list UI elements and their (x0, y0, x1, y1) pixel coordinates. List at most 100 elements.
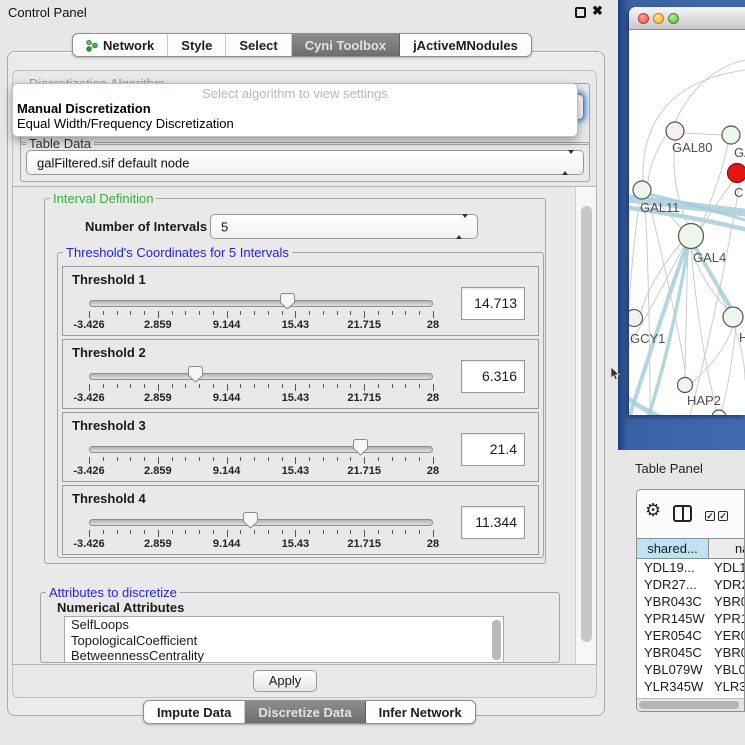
slider-thumb[interactable] (353, 439, 368, 455)
cell-shared-name[interactable]: YDL19... (637, 560, 709, 577)
zoom-traffic-light-icon[interactable] (668, 13, 679, 24)
threshold-value-field[interactable]: 6.316 (461, 360, 525, 393)
vertical-scrollbar-thumb[interactable] (581, 206, 592, 642)
slider-tick (144, 384, 145, 388)
algorithm-option-equal-width[interactable]: Equal Width/Frequency Discretization (13, 116, 577, 131)
network-node[interactable] (723, 307, 743, 327)
network-edge[interactable] (722, 327, 736, 410)
network-edge[interactable] (700, 144, 728, 228)
tab-infer-network[interactable]: Infer Network (366, 701, 475, 723)
network-edge[interactable] (648, 135, 666, 182)
close-icon[interactable]: ✖ (592, 3, 603, 19)
slider-track[interactable] (89, 519, 433, 526)
threshold-value-field[interactable]: 11.344 (461, 506, 525, 539)
cell-shared-name[interactable]: YBR045C (637, 645, 709, 662)
network-edge[interactable] (645, 199, 650, 415)
float-window-icon[interactable] (575, 7, 586, 18)
table-row[interactable]: YBR043CYBR0 (637, 594, 745, 611)
network-node[interactable] (629, 310, 643, 327)
cell-shared-name[interactable]: YPR145W (637, 611, 709, 628)
horizontal-scrollbar-track[interactable] (637, 698, 745, 711)
tab-jactivemnodules[interactable]: jActiveMNodules (400, 34, 531, 56)
network-node[interactable] (678, 378, 693, 393)
tab-cyni-toolbox[interactable]: Cyni Toolbox (292, 34, 400, 56)
attribute-list-item[interactable]: BetweennessCentrality (65, 648, 503, 663)
slider-track[interactable] (89, 300, 433, 307)
cell-shared-name[interactable]: YBR043C (637, 594, 709, 611)
numerical-attributes-list[interactable]: SelfLoopsTopologicalCoefficientBetweenne… (64, 616, 504, 663)
minimize-traffic-light-icon[interactable] (653, 13, 664, 24)
table-row[interactable]: YDR27...YDR2 (637, 577, 745, 594)
table-row[interactable]: YBR045CYBR0 (637, 645, 745, 662)
network-edge[interactable] (692, 327, 733, 382)
algorithm-hint-item[interactable]: Select algorithm to view settings (13, 87, 577, 101)
attribute-list-item[interactable]: TopologicalCoefficient (65, 633, 503, 649)
network-node[interactable] (666, 122, 684, 140)
slider-tick-label: 21.715 (347, 392, 381, 404)
table-data-combobox[interactable]: galFiltered.sif default node (26, 150, 584, 175)
cell-name[interactable]: YBR0 (709, 645, 745, 662)
algorithm-option-manual[interactable]: Manual Discretization (13, 101, 577, 116)
cell-shared-name[interactable]: YER054C (637, 628, 709, 645)
column-header-name[interactable]: na (709, 539, 745, 558)
gear-icon[interactable]: ⚙ (645, 501, 661, 519)
slider-tick (185, 530, 186, 534)
apply-button[interactable]: Apply (253, 670, 317, 692)
threshold-value-field[interactable]: 21.4 (461, 433, 525, 466)
network-edge[interactable] (684, 133, 722, 135)
cell-name[interactable]: YDL1 (709, 560, 745, 577)
tab-style[interactable]: Style (168, 34, 226, 56)
slider-track[interactable] (89, 446, 433, 453)
slider-tick (103, 530, 104, 534)
network-node[interactable] (679, 224, 704, 249)
tab-select[interactable]: Select (226, 34, 291, 56)
network-node[interactable] (633, 181, 651, 199)
threshold-panel-1: Threshold 1-3.4262.8599.14415.4321.71528… (62, 266, 539, 336)
tab-discretize-data[interactable]: Discretize Data (245, 701, 365, 723)
bottom-tab-bar: Impute DataDiscretize DataInfer Network (143, 700, 476, 724)
slider-tick (172, 530, 173, 534)
slider-thumb[interactable] (188, 366, 203, 382)
slider-tick-label: 9.144 (213, 465, 241, 477)
cell-name[interactable]: YBR0 (709, 594, 745, 611)
close-traffic-light-icon[interactable] (638, 13, 649, 24)
network-window-titlebar[interactable] (629, 7, 745, 30)
slider-tick (419, 384, 420, 388)
slider-thumb[interactable] (243, 512, 258, 528)
cell-name[interactable]: YDR2 (709, 577, 745, 594)
column-header-shared-name[interactable]: shared... (637, 539, 709, 558)
attributes-scrollbar-thumb[interactable] (492, 620, 501, 660)
table-row[interactable]: YER054CYER0 (637, 628, 745, 645)
table-row[interactable]: YPR145WYPR1 (637, 611, 745, 628)
network-node[interactable] (722, 126, 740, 144)
network-canvas[interactable]: GAL80GACGAL11GAL4GCY1HHAP2 (629, 30, 745, 415)
table-row[interactable]: YDL19...YDL1 (637, 560, 745, 577)
table-row[interactable]: YLR345WYLR3 (637, 679, 745, 696)
cell-name[interactable]: YLR3 (709, 679, 745, 696)
network-node[interactable] (728, 164, 745, 183)
tab-network[interactable]: Network (73, 34, 168, 56)
cell-name[interactable]: YPR1 (709, 611, 745, 628)
cell-shared-name[interactable]: YDR27... (637, 577, 709, 594)
table-row[interactable]: YBL079WYBL0 (637, 662, 745, 679)
split-columns-icon[interactable] (673, 505, 692, 522)
slider-tick (199, 311, 200, 315)
checkbox-icon[interactable]: ✓ (718, 511, 728, 521)
network-node[interactable] (712, 410, 726, 415)
cell-name[interactable]: YER0 (709, 628, 745, 645)
cell-shared-name[interactable]: YBL079W (637, 662, 709, 679)
tab-impute-data[interactable]: Impute Data (144, 701, 245, 723)
num-intervals-combobox[interactable]: 5 (210, 214, 478, 239)
cell-shared-name[interactable]: YLR345W (637, 679, 709, 696)
slider-thumb[interactable] (280, 293, 295, 309)
threshold-value-field[interactable]: 14.713 (461, 287, 525, 320)
checkbox-icon[interactable]: ✓ (705, 511, 715, 521)
attribute-list-item[interactable]: SelfLoops (65, 617, 503, 633)
slider-tick (364, 311, 365, 318)
horizontal-scrollbar-thumb[interactable] (639, 701, 739, 709)
network-edge[interactable] (691, 249, 717, 410)
network-edge[interactable] (675, 60, 745, 122)
cell-name[interactable]: YBL0 (709, 662, 745, 679)
slider-tick (117, 384, 118, 388)
slider-track[interactable] (89, 373, 433, 380)
